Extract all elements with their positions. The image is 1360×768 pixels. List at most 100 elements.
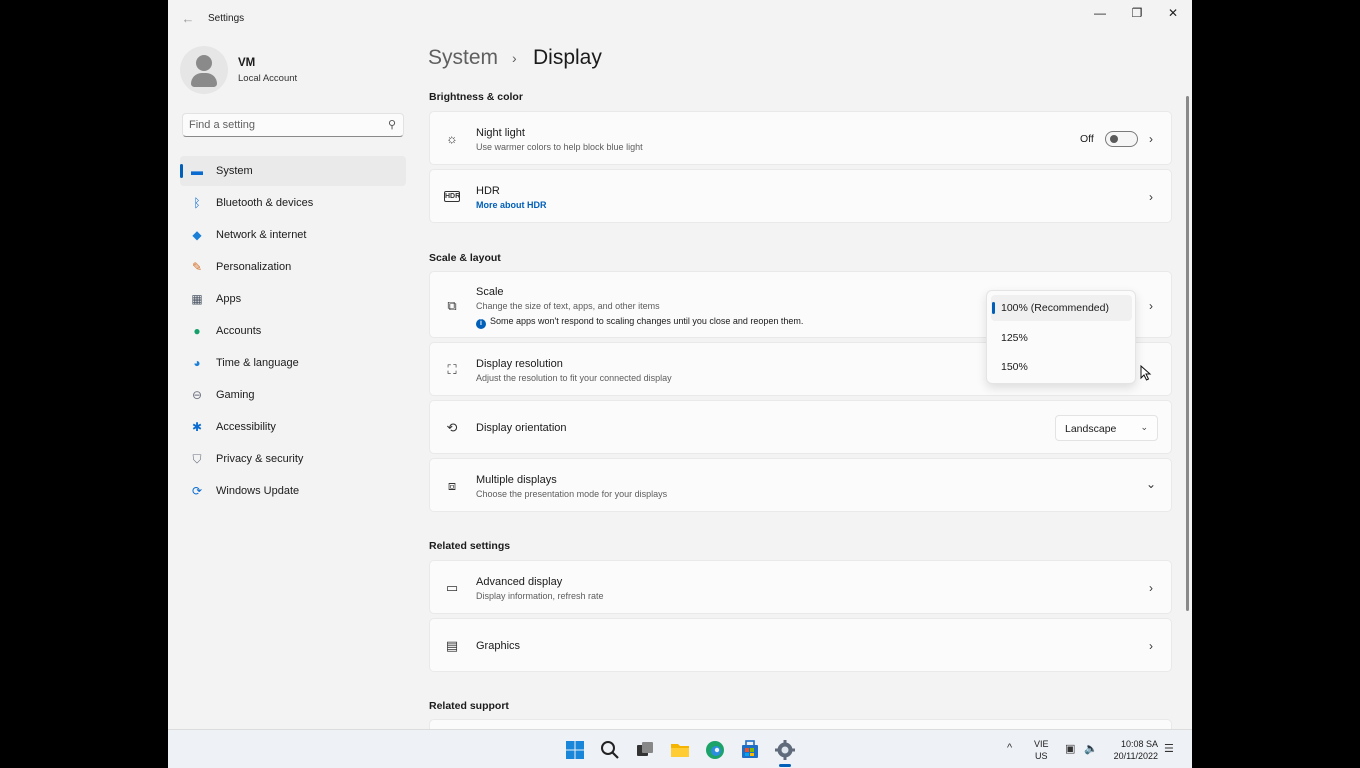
restore-icon: ❐ [1131,6,1143,20]
task-view-icon[interactable] [634,739,656,761]
app-title: Settings [208,13,245,24]
wifi-icon: ◆ [192,228,202,242]
more-about-hdr-link[interactable]: More about HDR [476,200,547,210]
night-light-description: Use warmer colors to help block blue lig… [476,142,643,152]
night-light-state: Off [1080,133,1094,145]
section-brightness-color: Brightness & color [429,91,523,103]
minimize-icon: — [1094,6,1106,20]
system-icon: ▬ [191,164,203,178]
clock[interactable]: 10:08 SA 20/11/2022 [1110,738,1158,762]
multiple-displays-icon: ⧈ [447,478,457,493]
globe-icon: ◕ [193,356,201,370]
update-icon: ⟳ [191,484,203,498]
clock-date: 20/11/2022 [1113,751,1158,761]
chevron-right-icon: › [1149,299,1153,313]
advanced-display-title: Advanced display [476,576,563,588]
hdr-icon: HDR [444,191,461,202]
sidebar-item-personalization[interactable]: ✎ Personalization [180,252,406,282]
edge-browser-icon[interactable] [704,739,726,761]
search-icon[interactable]: ⚲ [385,118,399,132]
network-icon[interactable]: ▣ [1065,742,1075,755]
graphics-card[interactable]: ▤ Graphics › [429,618,1172,672]
sidebar-item-accounts[interactable]: ● Accounts [180,316,406,346]
windows-start-icon[interactable] [564,739,586,761]
sidebar-nav: ▬ System ᛒ Bluetooth & devices ◆ Network & in… [180,156,406,508]
maximize-button[interactable]: ❐ [1119,4,1155,22]
sidebar-item-label: Privacy & security [216,453,304,465]
toggle-knob [1110,135,1118,143]
sidebar-item-windows-update[interactable]: ⟳ Windows Update [180,476,406,506]
scale-icon: ⧉ [447,298,457,313]
chevron-right-icon: › [1149,132,1153,146]
night-light-card[interactable]: ☼ Night light Use warmer colors to help … [429,111,1172,165]
content-scrollbar[interactable] [1186,96,1189,611]
minimize-button[interactable]: — [1082,4,1118,22]
sidebar-item-time-language[interactable]: ◕ Time & language [180,348,406,378]
avatar[interactable] [180,46,228,94]
hdr-title: HDR [476,185,500,197]
sidebar-item-accessibility[interactable]: ✱ Accessibility [180,412,406,442]
notification-icon[interactable]: ☰ [1164,742,1174,755]
scale-info-text: Some apps won't respond to scaling chang… [490,316,804,326]
resolution-icon: ⛶ [447,362,457,377]
resolution-description: Adjust the resolution to fit your connec… [476,373,672,383]
chevron-down-icon[interactable]: ⌄ [1145,477,1157,491]
input-language-indicator[interactable]: VIE US [1034,738,1049,762]
monitor-icon: ▭ [445,580,459,595]
scale-option-label: 125% [1001,331,1028,344]
section-scale-layout: Scale & layout [429,252,501,264]
multiple-displays-description: Choose the presentation mode for your di… [476,489,668,499]
scale-option[interactable]: 100% (Recommended) [991,295,1132,321]
orientation-icon: ⟲ [446,420,458,435]
sidebar-item-privacy-security[interactable]: ⛉ Privacy & security [180,444,406,474]
scale-option-label: 150% [1001,361,1028,373]
sidebar-item-label: Accessibility [216,421,276,433]
orientation-title: Display orientation [476,422,567,434]
multiple-displays-card[interactable]: ⧈ Multiple displays Choose the presentat… [429,458,1172,512]
file-explorer-icon[interactable] [669,739,691,761]
display-orientation-card[interactable]: ⟲ Display orientation Landscape ⌄ [429,400,1172,454]
sidebar-item-network-internet[interactable]: ◆ Network & internet [180,220,406,250]
scale-dropdown-menu: 100% (Recommended) 125% 150% [986,290,1136,384]
breadcrumb-separator: › [512,50,517,66]
orientation-select[interactable]: Landscape ⌄ [1055,415,1158,441]
apps-icon: ▦ [191,292,203,306]
sidebar-item-label: System [216,165,253,177]
close-button[interactable]: ✕ [1155,4,1191,22]
user-name: VM [238,57,256,69]
clock-time: 10:08 SA [1120,739,1158,749]
advanced-display-card[interactable]: ▭ Advanced display Display information, … [429,560,1172,614]
search-input[interactable] [189,117,379,133]
sidebar-item-bluetooth-devices[interactable]: ᛒ Bluetooth & devices [180,188,406,218]
settings-window: ← Settings — ❐ ✕ VM Local Account ⚲ ▬ Sys… [168,0,1192,768]
search-taskbar-icon[interactable] [599,739,621,761]
avatar-body [191,73,217,87]
sidebar-item-label: Network & internet [216,229,307,241]
accessibility-icon: ✱ [191,420,203,434]
sidebar-item-label: Gaming [216,389,255,401]
night-light-toggle[interactable] [1105,131,1138,147]
input-region: US [1035,751,1048,761]
show-hidden-icons-icon[interactable]: ^ [1007,742,1012,754]
volume-icon[interactable]: 🔈 [1084,742,1098,755]
sidebar-item-system[interactable]: ▬ System [180,156,406,186]
back-button[interactable]: ← [178,10,198,28]
graphics-card-icon: ▤ [445,638,459,653]
sidebar-item-gaming[interactable]: ⊖ Gaming [180,380,406,410]
breadcrumb-parent[interactable]: System [428,46,498,70]
sidebar-item-apps[interactable]: ▦ Apps [180,284,406,314]
sidebar-item-label: Time & language [216,357,299,369]
scale-option[interactable]: 125% [991,325,1132,351]
search-box[interactable]: ⚲ [182,113,404,137]
settings-gear-icon[interactable] [774,739,796,761]
hdr-card[interactable]: HDR HDR More about HDR › [429,169,1172,223]
section-related-support: Related support [429,700,509,712]
chevron-right-icon: › [1149,639,1153,653]
store-icon[interactable] [739,739,761,761]
scale-info: i Some apps won't respond to scaling chan… [476,316,803,329]
chevron-right-icon: › [1149,581,1153,595]
close-icon: ✕ [1167,6,1179,20]
back-arrow-icon: ← [181,11,195,26]
scale-option[interactable]: 150% [991,354,1132,380]
sidebar-item-label: Accounts [216,325,262,337]
